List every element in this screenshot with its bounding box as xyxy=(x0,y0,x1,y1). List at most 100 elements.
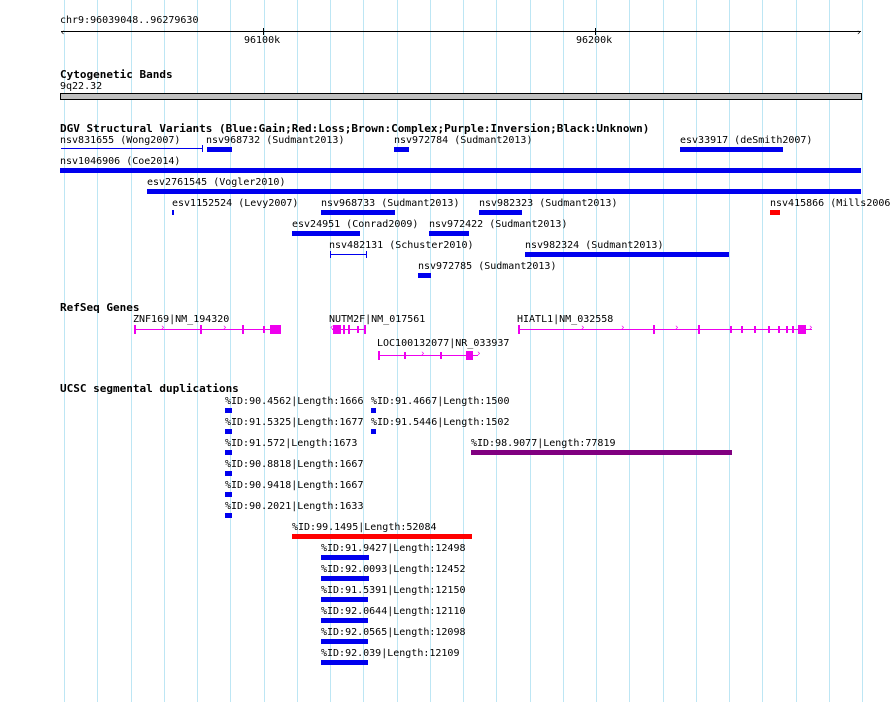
segdup-feature[interactable] xyxy=(321,660,368,665)
grid-line xyxy=(496,0,497,702)
grid-line xyxy=(729,0,730,702)
segdup-label: %ID:90.4562|Length:1666 xyxy=(225,396,364,407)
cytoband-bar[interactable] xyxy=(60,93,862,100)
strand-arrow-icon: › xyxy=(160,323,166,333)
segdup-label: %ID:91.4667|Length:1500 xyxy=(371,396,510,407)
variant-feature[interactable] xyxy=(770,210,780,215)
variant-end-mark xyxy=(202,145,203,152)
segdup-feature[interactable] xyxy=(471,450,732,455)
segdup-label: %ID:91.572|Length:1673 xyxy=(225,438,358,449)
grid-line xyxy=(131,0,132,702)
segdup-feature[interactable] xyxy=(225,492,232,497)
gene-exon xyxy=(792,326,794,333)
grid-line xyxy=(297,0,298,702)
segdup-feature[interactable] xyxy=(225,450,232,455)
strand-arrow-icon: › xyxy=(674,323,680,333)
gene-exon xyxy=(798,325,806,334)
variant-feature[interactable] xyxy=(207,147,232,152)
variant-label: nsv968733 (Sudmant2013) xyxy=(321,198,460,209)
segdup-label: %ID:90.9418|Length:1667 xyxy=(225,480,364,491)
grid-line xyxy=(197,0,198,702)
segdup-feature[interactable] xyxy=(292,534,472,539)
segdup-label: %ID:98.9077|Length:77819 xyxy=(471,438,616,449)
genome-browser-view: chr9:96039048..96279630 ‹ › 96100k 96200… xyxy=(0,0,890,702)
gene-label: LOC100132077|NR_033937 xyxy=(377,338,510,349)
strand-arrow-icon: › xyxy=(580,323,586,333)
segdup-feature[interactable] xyxy=(225,408,232,413)
gene-exon xyxy=(404,352,406,359)
ruler-tick-label: 96100k xyxy=(244,35,281,46)
gene-exon xyxy=(378,351,380,360)
gene-exon xyxy=(730,326,732,333)
gene-label: ZNF169|NM_194320 xyxy=(133,314,230,325)
segdup-feature[interactable] xyxy=(321,555,369,560)
gene-exon xyxy=(518,325,520,334)
grid-line xyxy=(696,0,697,702)
variant-label: nsv972422 (Sudmant2013) xyxy=(429,219,568,230)
segdup-label: %ID:90.8818|Length:1667 xyxy=(225,459,364,470)
ruler-tick-label: 96200k xyxy=(576,35,613,46)
variant-feature[interactable] xyxy=(418,273,431,278)
variant-feature[interactable] xyxy=(147,189,861,194)
gene-exon xyxy=(741,326,743,333)
ruler-left-arrow-icon: ‹ xyxy=(60,28,66,38)
grid-line xyxy=(530,0,531,702)
gene-label: HIATL1|NM_032558 xyxy=(517,314,614,325)
segdup-feature[interactable] xyxy=(321,618,368,623)
gene-exon xyxy=(242,325,244,334)
grid-line xyxy=(762,0,763,702)
segdup-label: %ID:92.0644|Length:12110 xyxy=(321,606,466,617)
grid-line xyxy=(596,0,597,702)
segdup-feature[interactable] xyxy=(225,471,232,476)
gene-exon xyxy=(466,351,473,360)
grid-line xyxy=(629,0,630,702)
variant-feature[interactable] xyxy=(172,210,174,215)
segdup-label: %ID:91.5446|Length:1502 xyxy=(371,417,510,428)
variant-label: esv1152524 (Levy2007) xyxy=(172,198,299,209)
segdup-feature[interactable] xyxy=(371,408,376,413)
segdup-feature[interactable] xyxy=(321,597,368,602)
variant-feature[interactable] xyxy=(429,231,469,236)
segdup-label: %ID:92.0565|Length:12098 xyxy=(321,627,466,638)
variant-feature[interactable] xyxy=(525,252,729,257)
variant-feature[interactable] xyxy=(61,148,203,149)
variant-label: nsv415866 (Mills2006 xyxy=(770,198,890,209)
variant-feature[interactable] xyxy=(680,147,783,152)
grid-line xyxy=(862,0,863,702)
grid-line xyxy=(97,0,98,702)
variant-feature[interactable] xyxy=(321,210,395,215)
variant-feature[interactable] xyxy=(479,210,522,215)
strand-arrow-icon: › xyxy=(476,349,482,359)
variant-label: nsv482131 (Schuster2010) xyxy=(329,240,474,251)
segdup-feature[interactable] xyxy=(321,576,369,581)
segdup-feature[interactable] xyxy=(225,429,232,434)
grid-line xyxy=(230,0,231,702)
gene-exon xyxy=(134,325,136,334)
variant-feature[interactable] xyxy=(330,254,366,255)
segdup-label: %ID:92.039|Length:12109 xyxy=(321,648,460,659)
variant-end-mark xyxy=(330,251,331,258)
segdup-feature[interactable] xyxy=(321,639,368,644)
gene-exon xyxy=(263,326,265,333)
variant-feature[interactable] xyxy=(394,147,409,152)
position-label: chr9:96039048..96279630 xyxy=(60,15,199,26)
grid-line xyxy=(64,0,65,702)
track-title: Cytogenetic Bands xyxy=(60,68,173,81)
gene-exon xyxy=(698,325,700,334)
variant-label: nsv972785 (Sudmant2013) xyxy=(418,261,557,272)
gene-intron-line xyxy=(134,329,280,330)
segdup-label: %ID:90.2021|Length:1633 xyxy=(225,501,364,512)
gene-intron-line xyxy=(378,355,478,356)
gene-exon xyxy=(653,325,655,334)
variant-feature[interactable] xyxy=(292,231,360,236)
grid-line xyxy=(663,0,664,702)
gene-exon xyxy=(778,326,780,333)
variant-label: esv33917 (deSmith2007) xyxy=(680,135,813,146)
gene-exon xyxy=(343,325,345,334)
segdup-feature[interactable] xyxy=(225,513,232,518)
variant-label: nsv982323 (Sudmant2013) xyxy=(479,198,618,209)
grid-line xyxy=(264,0,265,702)
variant-feature[interactable] xyxy=(60,168,861,173)
segdup-feature[interactable] xyxy=(371,429,376,434)
variant-label: esv24951 (Conrad2009) xyxy=(292,219,419,230)
